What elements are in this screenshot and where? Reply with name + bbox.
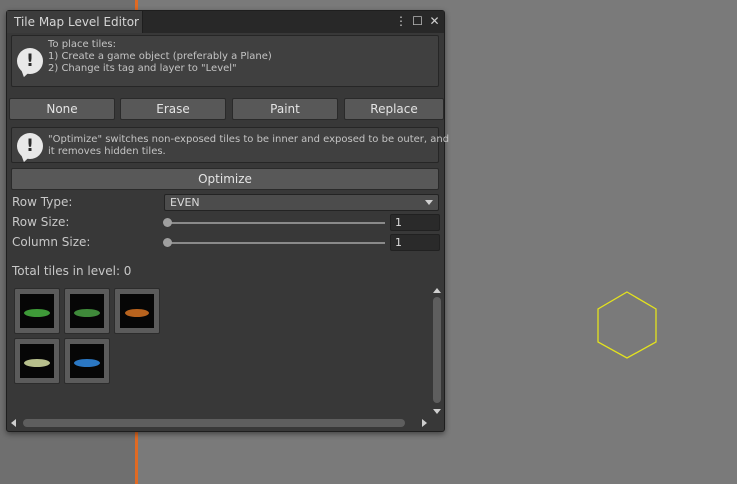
- more-vertical-icon[interactable]: ⋮: [395, 14, 407, 28]
- tile-swatch-pale-green[interactable]: [14, 338, 60, 384]
- help-text-optimize: "Optimize" switches non-exposed tiles to…: [48, 134, 450, 157]
- horizontal-scroll-thumb[interactable]: [23, 419, 405, 427]
- tile-swatch-blue[interactable]: [64, 338, 110, 384]
- help-box-placing: ! To place tiles: 1) Create a game objec…: [11, 35, 439, 87]
- total-tiles-label: Total tiles in level: 0: [12, 264, 132, 278]
- scroll-down-icon[interactable]: [433, 409, 441, 414]
- paint-button[interactable]: Paint: [232, 98, 338, 120]
- tile-swatch-orange[interactable]: [114, 288, 160, 334]
- row-type-value: EVEN: [170, 196, 200, 209]
- help-text-placing: To place tiles: 1) Create a game object …: [48, 39, 272, 74]
- column-size-slider[interactable]: [167, 242, 385, 244]
- hex-tile-icon: [24, 309, 50, 317]
- row-type-dropdown[interactable]: EVEN: [164, 194, 439, 211]
- column-size-slider-handle[interactable]: [163, 238, 172, 247]
- tile-preview: [120, 294, 154, 328]
- vertical-scroll-thumb[interactable]: [433, 297, 441, 403]
- replace-button[interactable]: Replace: [344, 98, 444, 120]
- info-icon: !: [17, 48, 43, 74]
- scroll-right-icon[interactable]: [422, 419, 427, 427]
- hex-tile-icon: [74, 359, 100, 367]
- hex-tile-icon: [125, 309, 149, 317]
- tile-swatch-green[interactable]: [14, 288, 60, 334]
- hex-tile-icon: [24, 359, 50, 367]
- tile-preview: [70, 294, 104, 328]
- tile-preview: [20, 294, 54, 328]
- column-size-label: Column Size:: [12, 235, 91, 249]
- tile-preview: [20, 344, 54, 378]
- palette-vertical-scrollbar[interactable]: [431, 286, 443, 416]
- row-type-label: Row Type:: [12, 195, 73, 209]
- info-icon: !: [17, 133, 43, 159]
- maximize-icon[interactable]: ☐: [412, 14, 423, 28]
- palette-horizontal-scrollbar[interactable]: [9, 417, 429, 429]
- scroll-left-icon[interactable]: [11, 419, 16, 427]
- column-size-field[interactable]: 1: [390, 234, 440, 251]
- scroll-up-icon[interactable]: [433, 288, 441, 293]
- window-titlebar: Tile Map Level Editor ⋮ ☐ ✕: [7, 11, 444, 33]
- close-icon[interactable]: ✕: [429, 14, 440, 28]
- window-tab[interactable]: Tile Map Level Editor: [7, 11, 143, 33]
- row-size-label: Row Size:: [12, 215, 70, 229]
- tile-swatch-green-dark[interactable]: [64, 288, 110, 334]
- row-size-field[interactable]: 1: [390, 214, 440, 231]
- none-button[interactable]: None: [9, 98, 115, 120]
- erase-button[interactable]: Erase: [120, 98, 226, 120]
- tile-map-editor-window: Tile Map Level Editor ⋮ ☐ ✕ ! To place t…: [6, 10, 449, 432]
- row-size-slider-handle[interactable]: [163, 218, 172, 227]
- hex-tile-icon: [74, 309, 100, 317]
- chevron-down-icon: [425, 200, 433, 205]
- hexagon-tile-gizmo[interactable]: [590, 288, 664, 362]
- help-box-optimize: ! "Optimize" switches non-exposed tiles …: [11, 127, 449, 163]
- row-size-slider[interactable]: [167, 222, 385, 224]
- tile-preview: [70, 344, 104, 378]
- optimize-button[interactable]: Optimize: [11, 168, 439, 190]
